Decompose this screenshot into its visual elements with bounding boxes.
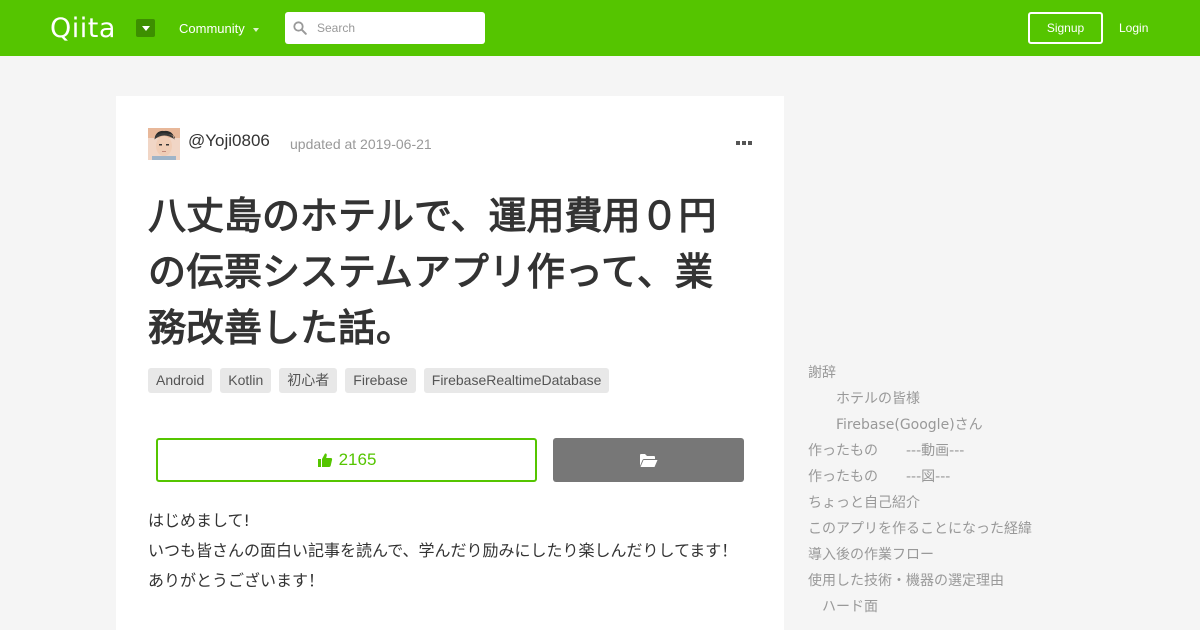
tag-android[interactable]: Android: [148, 368, 213, 393]
like-count: 2165: [338, 450, 377, 469]
tag-firebase-realtime-database[interactable]: FirebaseRealtimeDatabase: [423, 368, 610, 393]
toc-item[interactable]: 謝辞: [808, 360, 1168, 386]
like-button[interactable]: 2165: [156, 438, 537, 482]
body-paragraph: はじめまして!: [148, 511, 250, 530]
toc-item[interactable]: Firebase(Google)さん: [808, 412, 1168, 438]
body-paragraph: ありがとうございます！: [148, 571, 325, 590]
search-input[interactable]: [317, 21, 477, 35]
tag-beginner[interactable]: 初心者: [279, 368, 338, 393]
search-icon: [293, 21, 307, 35]
toc-item[interactable]: 導入後の作業フロー: [808, 542, 1168, 568]
toc-item[interactable]: ハード面: [808, 594, 1168, 620]
stock-button[interactable]: [553, 438, 744, 482]
tag-firebase[interactable]: Firebase: [345, 368, 416, 393]
article-body: はじめまして! いつも皆さんの面白い記事を読んで、学んだり励みにしたり楽しんだり…: [148, 506, 758, 596]
login-link[interactable]: Login: [1119, 21, 1148, 35]
toc-item[interactable]: 使用した技術・機器の選定理由: [808, 568, 1168, 594]
caret-down-icon: [252, 27, 259, 32]
toc-item[interactable]: ちょっと自己紹介: [808, 490, 1168, 516]
qiita-logo[interactable]: Qiita: [50, 13, 116, 44]
table-of-contents: 謝辞 ホテルの皆様 Firebase(Google)さん 作ったもの ---動画…: [808, 360, 1168, 620]
article-title: 八丈島のホテルで、運用費用０円の伝票システムアプリ作って、業務改善した話。: [148, 194, 717, 350]
folder-open-icon: [640, 453, 658, 467]
tag-kotlin[interactable]: Kotlin: [220, 368, 272, 393]
toc-item[interactable]: ホテルの皆様: [808, 386, 1168, 412]
community-label: Community: [179, 21, 245, 36]
signup-button[interactable]: Signup: [1028, 12, 1103, 44]
author-avatar[interactable]: [148, 128, 180, 160]
tag-list: Android Kotlin 初心者 Firebase FirebaseReal…: [148, 368, 610, 393]
caret-down-icon: [141, 25, 150, 31]
updated-date: updated at 2019-06-21: [290, 136, 432, 152]
logo-dropdown-button[interactable]: [136, 19, 155, 37]
article-card: @Yoji0806 updated at 2019-06-21 八丈島のホテルで…: [116, 96, 784, 630]
author-name[interactable]: @Yoji0806: [188, 131, 270, 151]
more-options-icon[interactable]: [736, 141, 752, 145]
community-menu[interactable]: Community: [179, 21, 259, 36]
top-navbar: Qiita Community Signup Login: [0, 0, 1200, 56]
body-paragraph: いつも皆さんの面白い記事を読んで、学んだり励みにしたり楽しんだりしてます！: [148, 541, 738, 560]
thumbs-up-icon: [317, 453, 332, 467]
search-box[interactable]: [285, 12, 485, 44]
toc-item[interactable]: このアプリを作ることになった経緯: [808, 516, 1168, 542]
toc-item[interactable]: 作ったもの ---図---: [808, 464, 1168, 490]
toc-item[interactable]: 作ったもの ---動画---: [808, 438, 1168, 464]
